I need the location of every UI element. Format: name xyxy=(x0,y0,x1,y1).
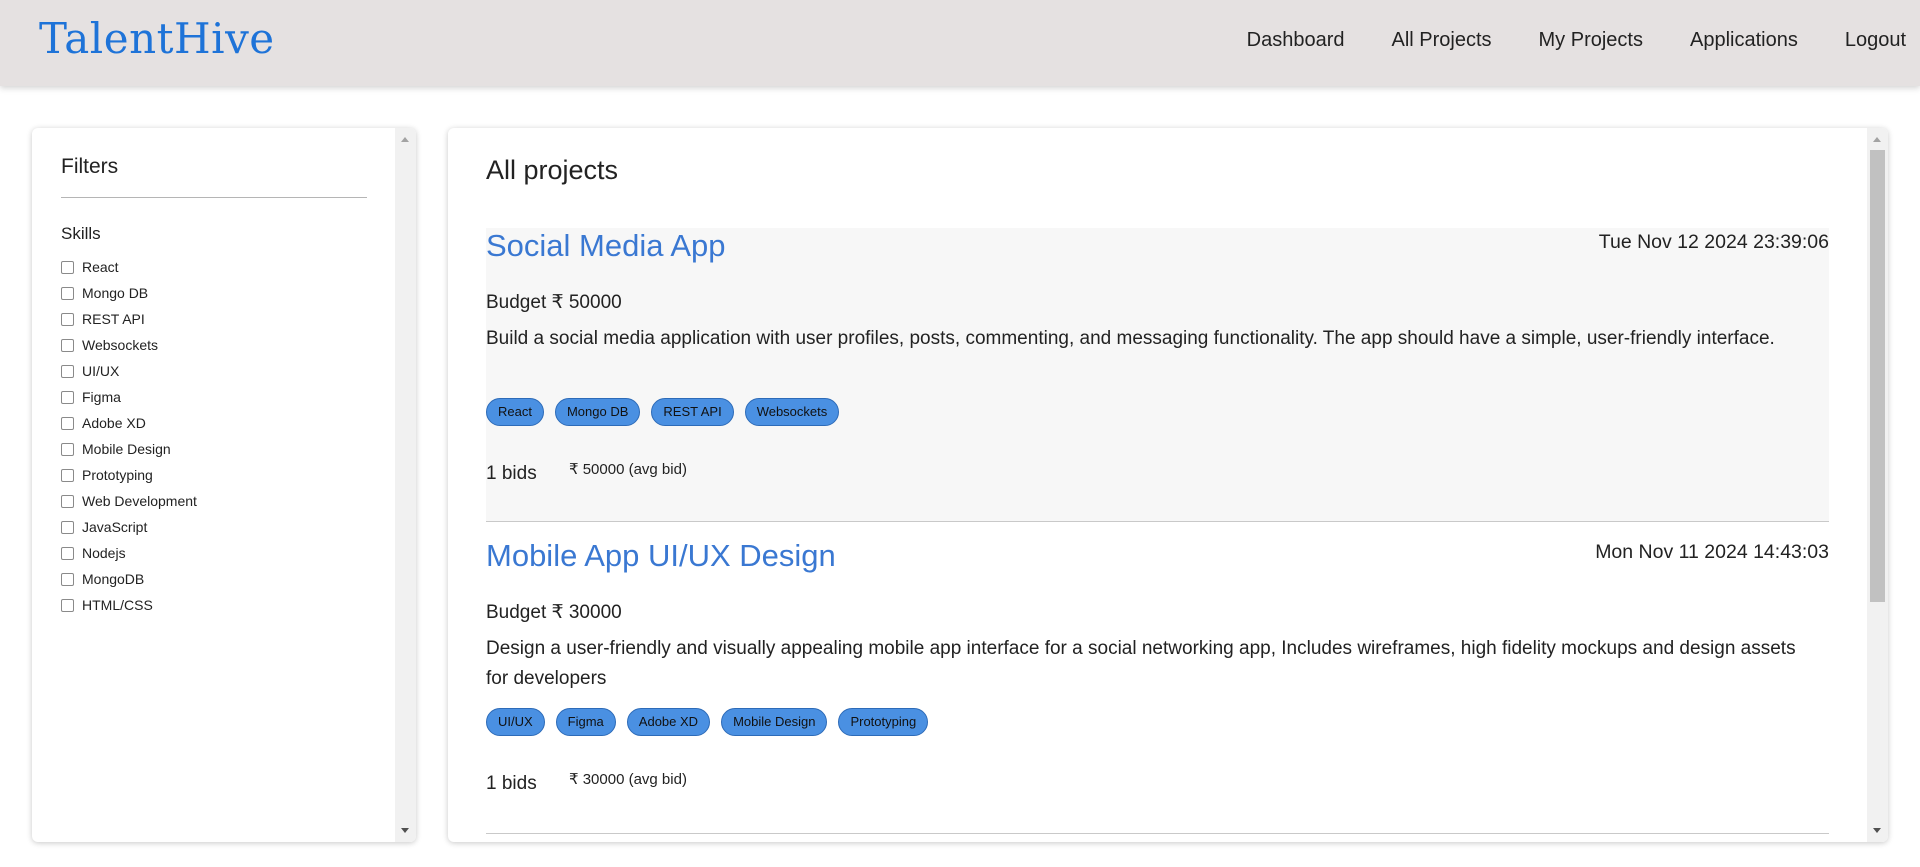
project-date: Mon Nov 11 2024 14:43:03 xyxy=(1595,541,1829,563)
skill-filter-react[interactable]: React xyxy=(61,254,197,280)
skill-label: Websockets xyxy=(82,337,158,353)
nav-link-logout[interactable]: Logout xyxy=(1845,29,1906,52)
filters-scrollbar[interactable] xyxy=(395,128,416,842)
projects-scrollbar[interactable] xyxy=(1867,128,1888,842)
projects-panel: All projects Social Media App Tue Nov 12… xyxy=(448,128,1888,842)
skill-label: Mongo DB xyxy=(82,285,149,301)
skill-label: Adobe XD xyxy=(82,415,146,431)
filters-title: Filters xyxy=(61,155,119,178)
skill-label: React xyxy=(82,259,119,275)
skill-checkbox[interactable] xyxy=(61,286,74,300)
nav-links: Dashboard All Projects My Projects Appli… xyxy=(1247,29,1906,52)
project-description: Build a social media application with us… xyxy=(486,328,1775,349)
project-card[interactable]: Social Media App Tue Nov 12 2024 23:39:0… xyxy=(486,228,1829,522)
skill-tag: REST API xyxy=(651,398,734,426)
skill-tags: UI/UX Figma Adobe XD Mobile Design Proto… xyxy=(486,708,929,736)
bids-count: 1 bids xyxy=(486,463,537,484)
skill-filter-mongo-db[interactable]: Mongo DB xyxy=(61,280,197,306)
skill-tag: React xyxy=(486,398,544,426)
skill-tag: Websockets xyxy=(744,398,840,426)
skill-checkbox[interactable] xyxy=(61,260,74,274)
avg-bid: ₹ 30000 (avg bid) xyxy=(569,771,687,788)
skill-checkbox[interactable] xyxy=(61,598,74,612)
skill-tag: Mobile Design xyxy=(721,708,828,736)
project-description: Design a user-friendly and visually appe… xyxy=(486,638,1796,689)
skill-filter-mobile-design[interactable]: Mobile Design xyxy=(61,436,197,462)
nav-link-my-projects[interactable]: My Projects xyxy=(1539,29,1643,52)
skill-label: Web Development xyxy=(82,493,197,509)
skill-filter-figma[interactable]: Figma xyxy=(61,384,197,410)
skill-checkbox[interactable] xyxy=(61,546,74,560)
project-title[interactable]: Mobile App UI/UX Design xyxy=(486,538,836,574)
skill-label: REST API xyxy=(82,311,145,327)
nav-link-all-projects[interactable]: All Projects xyxy=(1391,29,1491,52)
skill-filter-mongodb[interactable]: MongoDB xyxy=(61,566,197,592)
skill-label: Figma xyxy=(82,389,121,405)
scroll-up-arrow-icon[interactable] xyxy=(401,137,409,142)
skill-tag: Mongo DB xyxy=(554,398,641,426)
project-date: Tue Nov 12 2024 23:39:06 xyxy=(1598,231,1829,253)
avg-bid: ₹ 50000 (avg bid) xyxy=(569,461,687,478)
skill-label: Mobile Design xyxy=(82,441,171,457)
skill-filter-nodejs[interactable]: Nodejs xyxy=(61,540,197,566)
skill-checkbox[interactable] xyxy=(61,338,74,352)
filters-divider xyxy=(61,197,367,198)
skill-label: JavaScript xyxy=(82,519,148,535)
scrollbar-thumb[interactable] xyxy=(1870,150,1885,602)
skill-filter-javascript[interactable]: JavaScript xyxy=(61,514,197,540)
skills-list: React Mongo DB REST API Websockets UI/UX… xyxy=(61,254,197,618)
skill-filter-rest-api[interactable]: REST API xyxy=(61,306,197,332)
brand-logo[interactable]: TalentHive xyxy=(39,14,275,63)
skill-filter-prototyping[interactable]: Prototyping xyxy=(61,462,197,488)
skill-label: HTML/CSS xyxy=(82,597,153,613)
nav-link-applications[interactable]: Applications xyxy=(1690,29,1798,52)
scroll-up-arrow-icon[interactable] xyxy=(1873,137,1881,142)
skill-checkbox[interactable] xyxy=(61,520,74,534)
skill-filter-web-development[interactable]: Web Development xyxy=(61,488,197,514)
skill-label: Nodejs xyxy=(82,545,126,561)
skill-tag: Prototyping xyxy=(838,708,929,736)
skill-filter-websockets[interactable]: Websockets xyxy=(61,332,197,358)
skill-label: MongoDB xyxy=(82,571,145,587)
skill-filter-html-css[interactable]: HTML/CSS xyxy=(61,592,197,618)
skill-filter-adobe-xd[interactable]: Adobe XD xyxy=(61,410,197,436)
skills-heading: Skills xyxy=(61,224,101,243)
skill-checkbox[interactable] xyxy=(61,312,74,326)
scroll-down-arrow-icon[interactable] xyxy=(1873,828,1881,833)
skill-checkbox[interactable] xyxy=(61,442,74,456)
skill-tag: Figma xyxy=(555,708,616,736)
project-title[interactable]: Social Media App xyxy=(486,228,726,264)
skill-checkbox[interactable] xyxy=(61,468,74,482)
skill-tag: UI/UX xyxy=(486,708,545,736)
skill-checkbox[interactable] xyxy=(61,494,74,508)
bids-count: 1 bids xyxy=(486,773,537,794)
skill-checkbox[interactable] xyxy=(61,364,74,378)
skill-label: Prototyping xyxy=(82,467,153,483)
skill-filter-ui-ux[interactable]: UI/UX xyxy=(61,358,197,384)
project-budget: Budget ₹ 30000 xyxy=(486,602,622,623)
nav-link-dashboard[interactable]: Dashboard xyxy=(1247,29,1345,52)
skill-checkbox[interactable] xyxy=(61,572,74,586)
skill-checkbox[interactable] xyxy=(61,416,74,430)
project-budget: Budget ₹ 50000 xyxy=(486,292,622,313)
scroll-down-arrow-icon[interactable] xyxy=(401,828,409,833)
skill-tag: Adobe XD xyxy=(626,708,711,736)
filters-panel: Filters Skills React Mongo DB REST API W… xyxy=(32,128,416,842)
skill-checkbox[interactable] xyxy=(61,390,74,404)
top-navbar: TalentHive Dashboard All Projects My Pro… xyxy=(0,0,1920,86)
skill-tags: React Mongo DB REST API Websockets xyxy=(486,398,840,426)
skill-label: UI/UX xyxy=(82,363,120,379)
project-card[interactable]: Mobile App UI/UX Design Mon Nov 11 2024 … xyxy=(486,538,1829,834)
page-title: All projects xyxy=(486,155,619,185)
